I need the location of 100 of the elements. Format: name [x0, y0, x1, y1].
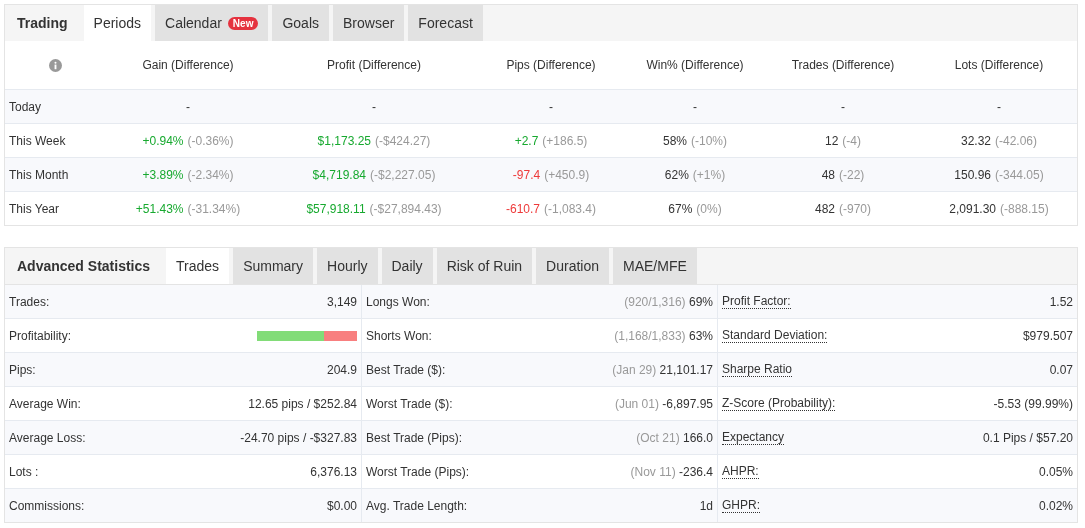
stat-value: 3,149 [326, 294, 357, 309]
stat-label: Best Trade (Pips): [366, 430, 463, 445]
cell-value: 482 [814, 201, 835, 216]
cell-value: +0.94% [142, 133, 184, 148]
stat-label: Worst Trade ($): [366, 396, 453, 411]
tab[interactable]: Browser [333, 5, 405, 41]
tab[interactable]: Risk of Ruin [436, 248, 533, 284]
cell-value: -610.7 [505, 201, 540, 216]
cell-value: - [186, 99, 190, 114]
difference-value: (-42.06) [995, 133, 1038, 148]
tab[interactable]: Forecast [408, 5, 483, 41]
difference-value: (-4) [842, 133, 861, 148]
stat-label: GHPR: [722, 498, 760, 513]
stat-value: (1,168/1,833) 63% [614, 328, 713, 343]
difference-value: (-1,083.4) [544, 201, 597, 216]
stat-value: 0.02% [1038, 498, 1073, 513]
stat-label: Lots : [9, 464, 39, 479]
table-cell: Today [5, 90, 105, 124]
stat-value: 0.1 Pips / $57.20 [982, 430, 1073, 445]
difference-value: (-970) [839, 201, 871, 216]
stat-label: Commissions: [9, 498, 85, 513]
cell-value: - [372, 99, 376, 114]
cell-value: $57,918.11 [306, 201, 366, 216]
cell-value: - [549, 99, 553, 114]
stat-label: Avg. Trade Length: [366, 498, 468, 513]
stat-label: Average Win: [9, 396, 81, 411]
stat-label: Worst Trade (Pips): [366, 464, 470, 479]
stat-label: Sharpe Ratio [722, 362, 793, 377]
stat-value: 0.07 [1049, 362, 1073, 377]
difference-value: (-$424.27) [375, 133, 431, 148]
cell-value: +3.89% [142, 167, 184, 182]
stat-value: (Jan 29) 21,101.17 [612, 362, 713, 377]
tab[interactable]: Periods [83, 5, 152, 41]
cell-value: 62% [664, 167, 689, 182]
cell-value: 32.32 [960, 133, 991, 148]
stat-label: Profitability: [9, 328, 72, 343]
stat-label: Z-Score (Probability): [722, 396, 836, 411]
cell-value: -97.4 [512, 167, 541, 182]
cell-value: $4,719.84 [312, 167, 366, 182]
difference-value: (-$27,894.43) [369, 201, 442, 216]
stat-value: 204.9 [326, 362, 357, 377]
stat-value: $979.507 [1022, 328, 1073, 343]
stat-value: 1.52 [1049, 294, 1073, 309]
cell-value: $1,173.25 [317, 133, 371, 148]
tab[interactable]: MAE/MFE [613, 248, 697, 284]
tab[interactable]: Goals [272, 5, 329, 41]
difference-value: (-2.34%) [187, 167, 234, 182]
difference-value: (-10%) [691, 133, 727, 148]
new-badge: New [227, 16, 259, 30]
stat-label: Standard Deviation: [722, 328, 828, 343]
cell-value: - [997, 99, 1001, 114]
difference-value: (-0.36%) [187, 133, 234, 148]
stat-value: $0.00 [326, 498, 357, 513]
cell-value: 58% [662, 133, 687, 148]
stat-value: 6,376.13 [310, 464, 357, 479]
cell-value: 150.96 [954, 167, 991, 182]
stat-value: -5.53 (99.99%) [993, 396, 1073, 411]
stat-label: Pips: [9, 362, 36, 377]
cell-value: 2,091.30 [949, 201, 996, 216]
info-icon[interactable] [48, 58, 62, 72]
tab[interactable]: Hourly [317, 248, 378, 284]
difference-value: (-31.34%) [187, 201, 241, 216]
stat-label: Expectancy [722, 430, 785, 445]
difference-value: (+1%) [692, 167, 726, 182]
difference-value: (0%) [696, 201, 722, 216]
difference-value: (-344.05) [995, 167, 1044, 182]
stat-label: Shorts Won: [366, 328, 432, 343]
cell-value: 67% [668, 201, 693, 216]
stat-value: (920/1,316) 69% [624, 294, 713, 309]
stat-value: 0.05% [1038, 464, 1073, 479]
cell-value: 12 [825, 133, 839, 148]
difference-value: (+186.5) [542, 133, 588, 148]
panel-title: Advanced Statistics [16, 257, 152, 276]
cell-value: +51.43% [135, 201, 184, 216]
tab[interactable]: Daily [381, 248, 433, 284]
difference-value: (-$2,227.05) [370, 167, 436, 182]
difference-value: (-22) [839, 167, 865, 182]
cell-value: +2.7 [514, 133, 539, 148]
table-cell: This Month [5, 158, 105, 192]
stat-value: (Nov 11) -236.4 [630, 464, 713, 479]
stat-value: (Jun 01) -6,897.95 [614, 396, 713, 411]
table-cell-text: This Year [8, 200, 61, 218]
difference-value: (+450.9) [544, 167, 590, 182]
tab[interactable]: Duration [536, 248, 609, 284]
difference-value: (-888.15) [1000, 201, 1049, 216]
stat-label: Average Loss: [9, 430, 86, 445]
tab[interactable]: Summary [233, 248, 314, 284]
cell-value: - [841, 99, 845, 114]
stat-value: 1d [699, 498, 713, 513]
tab[interactable]: Trades [166, 248, 230, 284]
tab[interactable]: Calendar New [155, 5, 269, 41]
stat-value: -24.70 pips / -$327.83 [240, 430, 357, 445]
cell-value: - [693, 99, 697, 114]
stat-label: Best Trade ($): [366, 362, 446, 377]
cell-value: 48 [821, 167, 835, 182]
stat-label: Longs Won: [366, 294, 430, 309]
stat-value: 12.65 pips / $252.84 [248, 396, 357, 411]
stat-label: Trades: [9, 294, 50, 309]
panel-title: Trading [16, 14, 69, 33]
stat-value: (Oct 21) 166.0 [636, 430, 713, 445]
